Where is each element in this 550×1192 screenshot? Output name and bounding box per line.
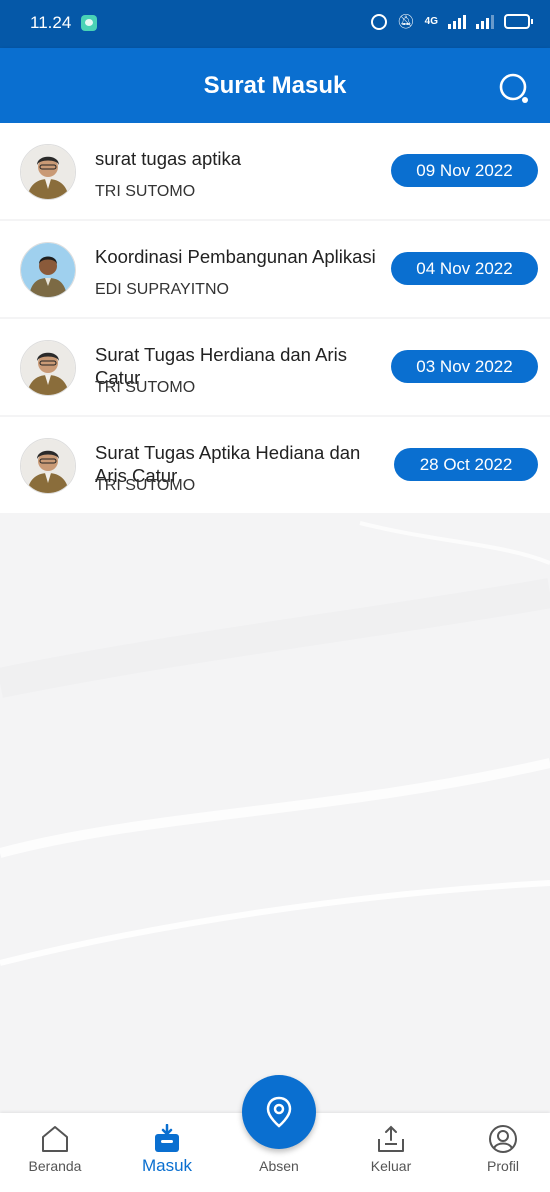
nav-label: Beranda [28,1158,82,1174]
letter-item[interactable]: surat tugas aptika TRI SUTOMO 09 Nov 202… [0,123,550,219]
letter-sender: TRI SUTOMO [95,477,196,494]
avatar [20,438,76,494]
nav-label: Masuk [141,1156,193,1175]
letter-list: surat tugas aptika TRI SUTOMO 09 Nov 202… [0,123,550,515]
app-bar: Surat Masuk [0,48,550,123]
avatar [20,340,76,396]
nav-profil[interactable]: Profil [448,1113,550,1192]
outbox-icon [378,1125,404,1152]
avatar-photo [21,439,75,493]
network-type: 4G [424,16,438,27]
date-badge: 04 Nov 2022 [391,252,538,285]
search-icon[interactable] [498,72,532,106]
nav-masuk[interactable]: Masuk [112,1113,222,1192]
letter-sender: TRI SUTOMO [95,183,196,200]
nav-beranda[interactable]: Beranda [0,1113,110,1192]
absen-fab-button[interactable] [242,1075,316,1149]
battery-icon [504,14,533,29]
letter-item[interactable]: Surat Tugas Herdiana dan Aris Catur TRI … [0,319,550,415]
mute-icon: 🔕︎ [396,13,415,29]
chat-notification-icon [81,15,97,31]
profile-icon [489,1125,517,1153]
inbox-icon [155,1124,179,1152]
letter-sender: TRI SUTOMO [95,379,196,396]
status-bar: 11.24 🔕︎ 4G [0,0,550,48]
status-icons: 🔕︎ 4G [370,13,533,30]
status-time: 11.24 [30,13,72,32]
letter-title: Koordinasi Pembangunan Aplikasi [95,246,376,267]
letter-sender: EDI SUPRAYITNO [95,281,229,298]
location-pin-icon [266,1096,292,1128]
date-badge: 03 Nov 2022 [391,350,538,383]
avatar-photo [21,145,75,199]
nav-label: Absen [259,1158,299,1174]
nav-keluar[interactable]: Keluar [336,1113,446,1192]
signal-icon-2 [476,14,494,29]
letter-item[interactable]: Surat Tugas Aptika Hediana dan Aris Catu… [0,417,550,513]
letter-title: surat tugas aptika [95,148,242,169]
avatar [20,144,76,200]
letter-item[interactable]: Koordinasi Pembangunan Aplikasi EDI SUPR… [0,221,550,317]
avatar [20,242,76,298]
page-title: Surat Masuk [203,72,347,99]
avatar-photo [21,243,75,297]
alarm-icon [370,13,387,30]
home-icon [42,1126,68,1152]
date-badge: 09 Nov 2022 [391,154,538,187]
avatar-photo [21,341,75,395]
date-badge: 28 Oct 2022 [394,448,538,481]
nav-label: Keluar [370,1158,412,1174]
nav-label: Profil [487,1158,519,1174]
signal-icon [448,14,466,29]
